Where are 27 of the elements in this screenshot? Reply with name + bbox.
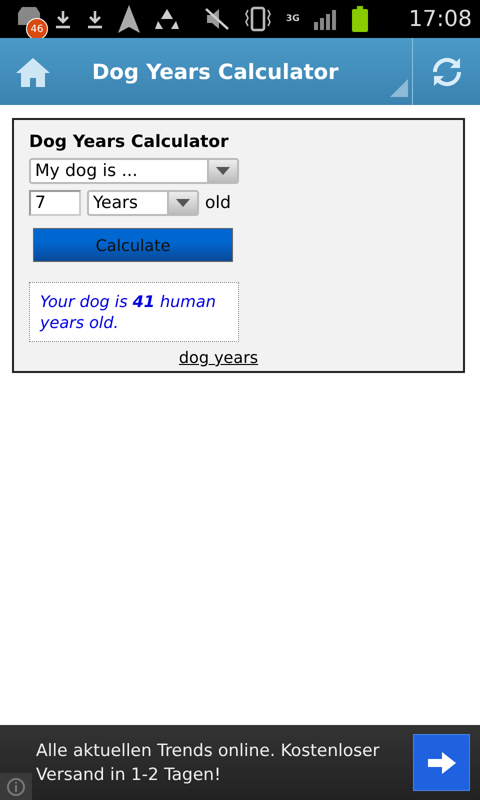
calculator-title: Dog Years Calculator: [29, 132, 228, 152]
unit-select[interactable]: Years: [87, 190, 199, 216]
old-label: old: [205, 193, 231, 213]
clock: 17:08: [408, 6, 472, 32]
app-title: Dog Years Calculator: [92, 60, 340, 84]
info-icon[interactable]: [0, 773, 32, 800]
download-icon: [86, 9, 104, 29]
ad-go-button[interactable]: [413, 734, 470, 791]
ad-banner[interactable]: Alle aktuellen Trends online. Kostenloser Versand in 1-2 Tagen!: [0, 725, 480, 800]
info-glyph-icon: [6, 776, 26, 796]
navigation-arrow-icon: [118, 5, 140, 33]
battery-icon: [352, 6, 368, 32]
mode-select[interactable]: My dog is ...: [29, 158, 239, 184]
dropdown-arrow-icon: [176, 199, 190, 207]
ad-text: Alle aktuellen Trends online. Kostenloser Versand in 1-2 Tagen!: [36, 740, 381, 786]
dog-years-link[interactable]: dog years: [0, 348, 448, 367]
dropdown-arrow-icon: [216, 167, 230, 175]
age-input[interactable]: 7: [29, 190, 81, 216]
vibrate-icon: [244, 6, 272, 32]
mute-icon: [204, 7, 230, 31]
arrow-right-icon: [428, 752, 456, 774]
dropdown-corner-icon: [390, 79, 408, 97]
result-text: Your dog is 41 human years old.: [29, 282, 239, 342]
network-type: 3G: [286, 14, 300, 24]
home-icon: [14, 56, 52, 88]
signal-icon: [314, 8, 338, 30]
download-icon: [54, 9, 72, 29]
